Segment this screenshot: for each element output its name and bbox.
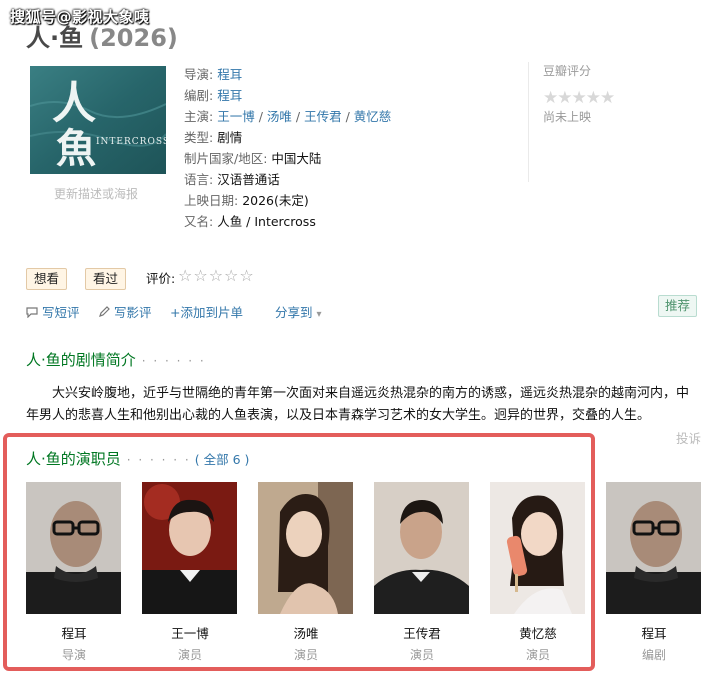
- cast-link[interactable]: 王一博: [217, 109, 255, 124]
- cast-link[interactable]: 汤唯: [267, 109, 292, 124]
- aka-label: 又名:: [184, 214, 214, 229]
- cast-label: 主演:: [184, 109, 214, 124]
- avatar[interactable]: [490, 482, 585, 614]
- share-dropdown[interactable]: 分享到 ▾: [275, 302, 322, 321]
- all-cast-link[interactable]: ( 全部 6 ): [195, 452, 250, 467]
- cast-name[interactable]: 汤唯: [258, 623, 354, 642]
- release-value: 2026(未定): [242, 193, 309, 208]
- cast-member[interactable]: 程耳 导演: [26, 482, 122, 663]
- avatar[interactable]: [606, 482, 701, 614]
- avatar[interactable]: [26, 482, 121, 614]
- release-label: 上映日期:: [184, 193, 239, 208]
- cast-member[interactable]: 黄忆慈 演员: [490, 482, 586, 663]
- poster-image: 人 魚 INTERCROSS: [30, 66, 166, 174]
- cast-name[interactable]: 王一博: [142, 623, 238, 642]
- rating-label: 豆瓣评分: [543, 64, 592, 78]
- cast-role: 导演: [61, 648, 86, 662]
- avatar[interactable]: [258, 482, 353, 614]
- cast-member[interactable]: 王一博 演员: [142, 482, 238, 663]
- report-link[interactable]: 投诉: [676, 428, 701, 447]
- cast-link[interactable]: 黄忆慈: [354, 109, 392, 124]
- movie-title: 人·鱼: [26, 24, 84, 52]
- svg-text:人: 人: [52, 78, 96, 129]
- genre-label: 类型:: [184, 130, 214, 145]
- rate-stars-icon[interactable]: ☆☆☆☆☆: [178, 266, 255, 285]
- region-value: 中国大陆: [271, 151, 322, 166]
- cast-name[interactable]: 程耳: [26, 623, 122, 642]
- language-label: 语言:: [184, 172, 214, 187]
- cast-role: 编剧: [641, 648, 666, 662]
- movie-year: (2026): [89, 24, 178, 52]
- avatar[interactable]: [142, 482, 237, 614]
- avatar[interactable]: [374, 482, 469, 614]
- pencil-icon: [99, 306, 110, 317]
- add-to-list[interactable]: +添加到片单: [170, 302, 243, 321]
- aka-value: 人鱼 / Intercross: [217, 214, 316, 229]
- summary-title: 人·鱼的剧情简介: [26, 351, 136, 369]
- cast-link[interactable]: 王传君: [304, 109, 342, 124]
- cast-role: 演员: [409, 648, 434, 662]
- comment-icon: [26, 307, 38, 319]
- write-short-review[interactable]: 写短评: [26, 302, 80, 321]
- cast-title: 人·鱼的演职员: [26, 450, 121, 468]
- rating-stars-icon: ★★★★★: [543, 88, 615, 108]
- director-label: 导演:: [184, 67, 214, 82]
- page-title: 人·鱼 (2026): [26, 18, 178, 53]
- cast-name[interactable]: 王传君: [374, 623, 470, 642]
- write-review[interactable]: 写影评: [98, 302, 152, 321]
- cast-role: 演员: [293, 648, 318, 662]
- cast-name[interactable]: 黄忆慈: [490, 623, 586, 642]
- writer-label: 编剧:: [184, 88, 214, 103]
- rating-status: 尚未上映: [543, 110, 592, 124]
- cast-heading: 人·鱼的演职员 · · · · · ·( 全部 6 ): [26, 450, 250, 468]
- recommend-button[interactable]: 推荐: [658, 295, 698, 317]
- summary-heading: 人·鱼的剧情简介 · · · · · ·: [26, 351, 206, 369]
- cast-member[interactable]: 汤唯 演员: [258, 482, 354, 663]
- summary-text: 大兴安岭腹地，近乎与世隔绝的青年第一次面对来自遥远炎热混杂的南方的诱惑，遥远炎热…: [26, 386, 690, 423]
- region-label: 制片国家/地区:: [184, 151, 268, 166]
- cast-name[interactable]: 程耳: [606, 623, 702, 642]
- update-poster-link[interactable]: 更新描述或海报: [54, 185, 138, 202]
- cast-role: 演员: [525, 648, 550, 662]
- cast-role: 演员: [177, 648, 202, 662]
- language-value: 汉语普通话: [217, 172, 280, 187]
- watched-button[interactable]: 看过: [85, 268, 127, 290]
- writer-link[interactable]: 程耳: [217, 88, 242, 103]
- cast-member[interactable]: 程耳 编剧: [606, 482, 702, 663]
- chevron-down-icon: ▾: [316, 309, 322, 320]
- genre-value: 剧情: [217, 130, 243, 145]
- cast-member[interactable]: 王传君 演员: [374, 482, 470, 663]
- movie-info: 导演: 程耳 编剧: 程耳 主演: 王一博 / 汤唯 / 王传君 / 黄忆慈 类…: [184, 67, 392, 229]
- rate-label: 评价:: [146, 271, 176, 286]
- poster[interactable]: 人 魚 INTERCROSS: [30, 66, 166, 174]
- rating-box: 豆瓣评分 ★★★★★ 尚未上映: [528, 62, 699, 182]
- want-to-watch-button[interactable]: 想看: [26, 268, 68, 290]
- svg-text:魚: 魚: [56, 125, 96, 172]
- svg-text:INTERCROSS: INTERCROSS: [96, 137, 166, 147]
- director-link[interactable]: 程耳: [217, 67, 242, 82]
